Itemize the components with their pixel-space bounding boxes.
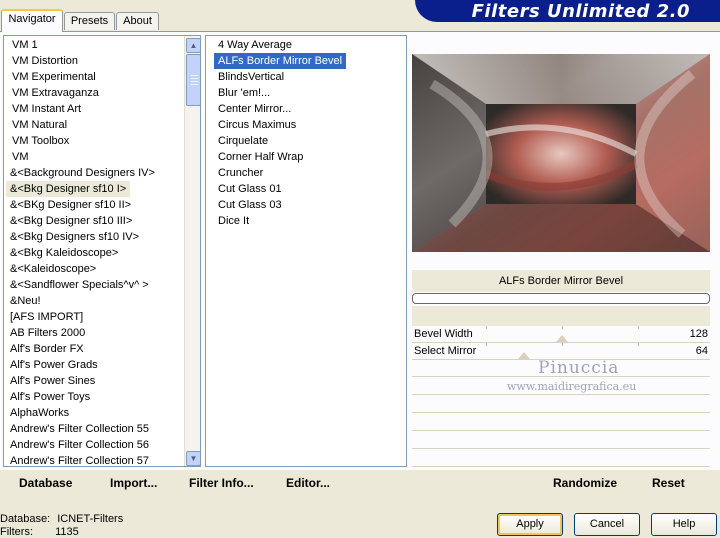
category-item[interactable]: Alf's Power Toys [6, 389, 94, 405]
parameter-slider-row[interactable]: Bevel Width 128 [412, 326, 710, 343]
slider-tick [638, 343, 639, 346]
category-item[interactable]: &<Sandflower Specials^v^ > [6, 277, 153, 293]
slider-tick [486, 343, 487, 346]
category-item[interactable]: Alf's Power Sines [6, 373, 99, 389]
cancel-button[interactable]: Cancel [574, 513, 640, 536]
category-item[interactable]: &Neu! [6, 293, 45, 309]
empty-parameter-row [412, 396, 710, 413]
apply-button[interactable]: Apply [497, 513, 563, 536]
slider-tick [638, 326, 639, 329]
filters-value: 1135 [55, 526, 79, 538]
scroll-down-icon[interactable]: ▼ [186, 451, 200, 466]
slider-tick [562, 343, 563, 346]
filter-list[interactable]: 4 Way Average ALFs Border Mirror Bevel Bli… [205, 35, 407, 467]
editor-button[interactable]: Editor... [286, 476, 330, 490]
category-item[interactable]: VM 1 [8, 37, 42, 53]
category-item[interactable]: &<Bkg Designer sf10 I> [6, 181, 131, 197]
category-item[interactable]: VM Extravaganza [8, 85, 103, 101]
slider-thumb-icon[interactable] [556, 335, 568, 342]
category-item[interactable]: VM Instant Art [8, 101, 85, 117]
category-item[interactable]: AB Filters 2000 [6, 325, 89, 341]
category-item[interactable]: VM Toolbox [8, 133, 73, 149]
slider-area-top [412, 306, 710, 326]
category-item[interactable]: Andrew's Filter Collection 55 [6, 421, 153, 437]
parameter-label: Select Mirror [414, 345, 477, 357]
category-item[interactable]: &<Bkg Designers sf10 IV> [6, 229, 143, 245]
watermark-url: www.maidiregrafica.eu [507, 380, 637, 393]
filters-info: Filters: 1135 [0, 526, 79, 538]
randomize-button[interactable]: Randomize [553, 476, 617, 490]
category-list[interactable]: VM 1 VM Distortion VM Experimental VM Extra… [3, 35, 201, 467]
filter-item[interactable]: Cut Glass 01 [214, 181, 286, 197]
category-item[interactable]: [AFS IMPORT] [6, 309, 87, 325]
filter-item[interactable]: Cruncher [214, 165, 267, 181]
filter-item[interactable]: Cirquelate [214, 133, 272, 149]
category-item[interactable]: VM Natural [8, 117, 71, 133]
reset-button[interactable]: Reset [652, 476, 685, 490]
watermark-name: Pinuccia [538, 358, 620, 378]
filter-item[interactable]: BlindsVertical [214, 69, 288, 85]
category-item[interactable]: Andrew's Filter Collection 56 [6, 437, 153, 453]
app-title: Filters Unlimited 2.0 [471, 1, 690, 22]
scroll-up-icon[interactable]: ▲ [186, 38, 200, 53]
filter-item[interactable]: 4 Way Average [214, 37, 296, 53]
slider-thumb-icon[interactable] [518, 352, 530, 359]
selected-filter-name: ALFs Border Mirror Bevel [498, 275, 624, 287]
filter-item[interactable]: ALFs Border Mirror Bevel [214, 53, 347, 69]
category-scrollbar[interactable]: ▲ ▼ [184, 36, 200, 466]
parameter-value: 64 [695, 345, 708, 357]
empty-parameter-row [412, 414, 710, 431]
filter-item[interactable]: Cut Glass 03 [214, 197, 286, 213]
tab-about[interactable]: About [116, 12, 159, 30]
category-item[interactable]: &<BKg Designer sf10 II> [6, 197, 135, 213]
slider-tick [486, 326, 487, 329]
tab-navigator[interactable]: Navigator [1, 9, 63, 32]
filter-item[interactable]: Circus Maximus [214, 117, 300, 133]
parameter-value: 128 [689, 328, 708, 340]
category-item[interactable]: &<Background Designers IV> [6, 165, 159, 181]
category-item[interactable]: AlphaWorks [6, 405, 73, 421]
database-label: Database: [0, 513, 51, 525]
preview-graphic [412, 54, 710, 252]
parameter-label: Bevel Width [414, 328, 473, 340]
database-info: Database: ICNET-Filters [0, 513, 123, 525]
title-banner: Filters Unlimited 2.0 [415, 0, 720, 22]
category-item[interactable]: &<Kaleidoscope> [6, 261, 100, 277]
category-item[interactable]: VM [8, 149, 33, 165]
filter-preview-image [412, 54, 710, 252]
filter-item[interactable]: Corner Half Wrap [214, 149, 307, 165]
help-button[interactable]: Help [651, 513, 717, 536]
tab-presets-label: Presets [70, 15, 109, 27]
empty-parameter-row [412, 432, 710, 449]
scroll-thumb[interactable] [186, 54, 200, 106]
import-button[interactable]: Import... [110, 476, 157, 490]
tab-about-label: About [123, 15, 152, 27]
tab-presets[interactable]: Presets [64, 12, 115, 30]
filter-info-button[interactable]: Filter Info... [189, 476, 254, 490]
category-item[interactable]: Andrew's Filter Collection 57 [6, 453, 153, 466]
progress-bar [412, 293, 710, 304]
empty-parameter-row [412, 450, 710, 467]
database-value: ICNET-Filters [57, 513, 124, 525]
category-item[interactable]: Alf's Border FX [6, 341, 88, 357]
tab-navigator-label: Navigator [8, 13, 56, 25]
category-item[interactable]: &<Bkg Kaleidoscope> [6, 245, 122, 261]
category-item[interactable]: &<Bkg Designer sf10 III> [6, 213, 136, 229]
slider-tick [562, 326, 563, 329]
filters-label: Filters: [0, 526, 33, 538]
category-item[interactable]: Alf's Power Grads [6, 357, 102, 373]
category-item[interactable]: VM Distortion [8, 53, 82, 69]
database-button[interactable]: Database [19, 476, 72, 490]
filter-item[interactable]: Center Mirror... [214, 101, 295, 117]
filter-item[interactable]: Dice It [214, 213, 253, 229]
filter-item[interactable]: Blur 'em!... [214, 85, 274, 101]
category-item[interactable]: VM Experimental [8, 69, 100, 85]
